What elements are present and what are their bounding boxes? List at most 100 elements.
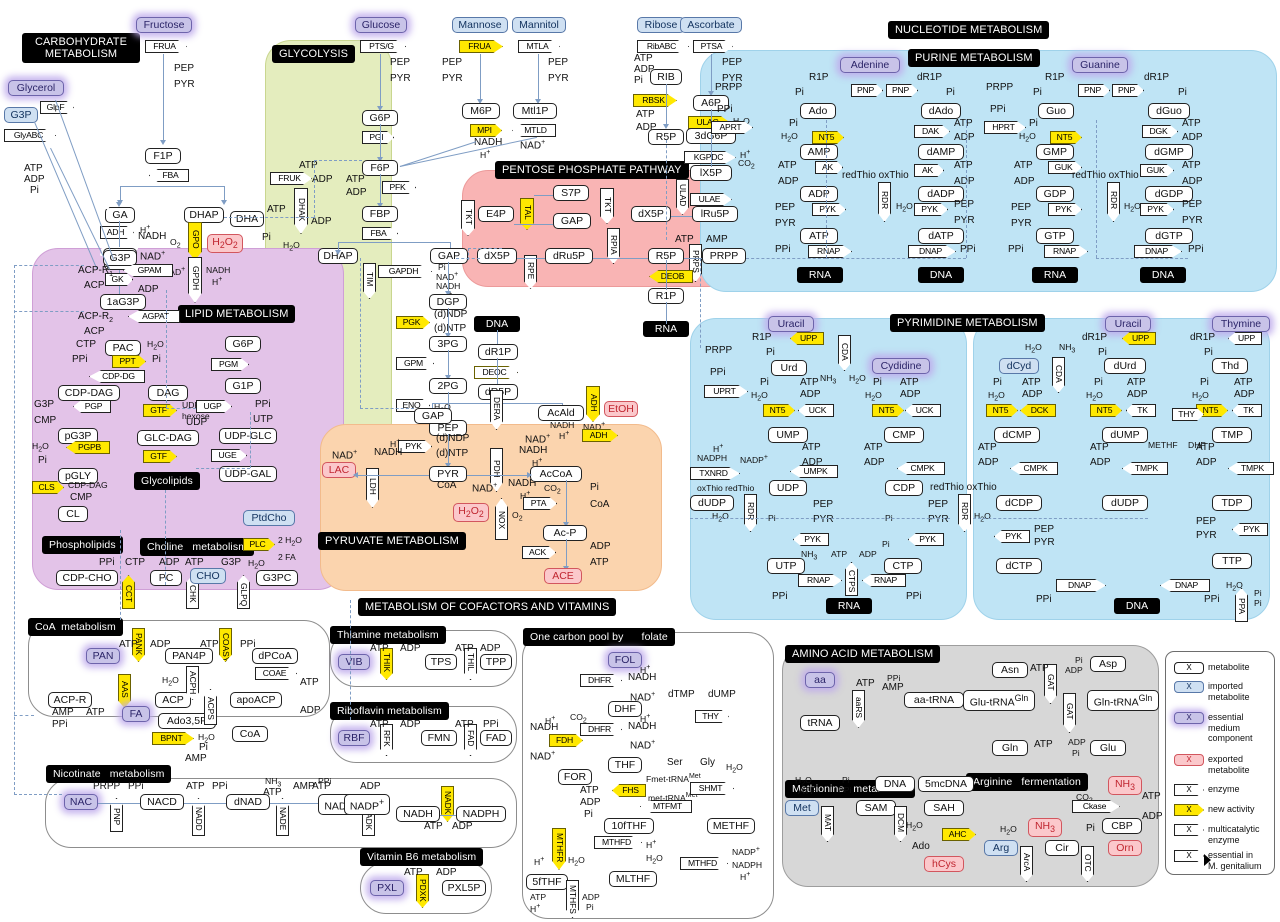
banner-glycolysis: GLYCOLYSIS <box>272 45 356 63</box>
label-nh3: NH3 <box>1059 342 1076 355</box>
legend-swatch-enzyme: X <box>1174 784 1204 796</box>
label-ppi: PPi <box>717 104 733 115</box>
node-met: Met <box>785 800 819 816</box>
node-glycerol: Glycerol <box>8 80 64 96</box>
label-adp: ADP <box>1090 457 1111 468</box>
legend-essential-arrowhead <box>1204 854 1211 866</box>
node-g1p: G1P <box>225 378 261 394</box>
label-pep: PEP <box>954 199 975 210</box>
node-uracil-2: Uracil <box>1105 316 1151 332</box>
legend-row-enzyme: X enzyme <box>1174 784 1240 796</box>
label-hplus: H+ <box>532 457 543 468</box>
label-utp: UTP <box>253 414 273 425</box>
node-dx5p-right: dX5P <box>631 206 671 222</box>
label-amp: AMP <box>882 682 904 693</box>
dashed-link <box>826 258 966 259</box>
banner-nucleotide: NUCLEOTIDE METABOLISM <box>888 21 1050 39</box>
label-ppi: PPi <box>1036 594 1052 605</box>
banner-phospholipids: Phospholipids <box>42 536 123 554</box>
node-lru5p: lRu5P <box>692 206 738 222</box>
label-h2o: H2O <box>988 390 1005 403</box>
label-pi: Pi <box>1098 347 1107 358</box>
label-redthio: redThio oxThio <box>930 482 997 493</box>
node-ribose: Ribose <box>637 17 685 33</box>
label-met-trna: met-tRNAMet <box>648 792 698 803</box>
node-udp: UDP <box>769 480 807 496</box>
node-tdp: TDP <box>1212 495 1252 511</box>
node-dha: DHA <box>230 211 264 227</box>
edge-mannose-m6p <box>480 54 482 102</box>
label-ppi: PPi <box>710 367 726 378</box>
node-gap-deoxy: GAP <box>414 408 452 424</box>
label-atp: ATP <box>24 163 43 174</box>
node-tpp: TPP <box>480 654 512 670</box>
node-cir: Cir <box>1045 840 1079 856</box>
edge-ascorbate-a6p <box>711 54 713 94</box>
node-gtp: GTP <box>1036 228 1074 244</box>
edge-ppp <box>671 216 692 218</box>
node-lac: LAC <box>322 462 356 478</box>
banner-aminoacid: AMINO ACID METABOLISM <box>785 645 941 663</box>
node-rib: RIB <box>650 69 682 85</box>
label-dump: dUMP <box>708 689 736 700</box>
label-acp: ACP <box>84 280 105 291</box>
node-dna-pyrimidine: DNA <box>1114 598 1160 614</box>
label-atp: ATP <box>455 719 474 730</box>
banner-onecarbon: One carbon pool by folate <box>523 628 675 646</box>
label-pi: Pi <box>199 742 208 753</box>
node-fbp: FBP <box>362 206 398 222</box>
label-pi: Pi <box>946 87 955 98</box>
label-h2o: H2O <box>896 201 913 214</box>
label-pi: Pi <box>993 377 1002 388</box>
legend-label-new-activity: new activity <box>1208 804 1255 814</box>
label-pi: Pi <box>584 809 593 820</box>
node-pan: PAN <box>86 648 120 664</box>
node-asp: Asp <box>1090 656 1126 672</box>
node-g3pc: G3PC <box>256 570 298 586</box>
node-dna-met: DNA <box>875 776 915 792</box>
node-glc-dag: GLC-DAG <box>137 430 199 446</box>
label-pi: Pi <box>1086 823 1095 834</box>
node-dhap-carb: DHAP <box>184 207 224 223</box>
label-atp: ATP <box>86 707 105 718</box>
label-adp: ADP <box>1182 132 1203 143</box>
label-ppi: PPi <box>72 354 88 365</box>
node-rbf: RBF <box>338 730 370 746</box>
label-ctp: CTP <box>76 339 96 350</box>
dashed-link <box>1096 258 1188 259</box>
label-h2o: H2O <box>906 820 923 833</box>
enzyme-frua-1: FRUA <box>145 40 187 53</box>
arrowhead <box>221 200 227 205</box>
dashed-link <box>14 265 84 266</box>
enzyme-deoc: DEOC <box>474 366 518 379</box>
edge-f1p-split <box>120 186 224 188</box>
label-ppi: PPi <box>990 104 1006 115</box>
node-pac: PAC <box>105 340 141 356</box>
enzyme-gpm: GPM <box>396 357 434 370</box>
label-pyr: PYR <box>174 79 195 90</box>
label-adp: ADP <box>360 781 381 792</box>
label-pyr: PYR <box>548 73 569 84</box>
enzyme-frua-2: FRUA <box>459 40 503 53</box>
label-atp: ATP <box>1014 160 1033 171</box>
label-pi: Pi <box>1029 118 1038 129</box>
label-atp: ATP <box>185 557 204 568</box>
label-nad: NAD+ <box>472 482 498 495</box>
dashed-link <box>973 518 1148 519</box>
node-mannose: Mannose <box>452 17 508 33</box>
enzyme-mtld: MTLD <box>512 124 556 137</box>
dashed-link <box>690 518 950 519</box>
enzyme-bpnt: BPNT <box>152 732 194 745</box>
edge-mannitol-mtl1p <box>538 54 540 102</box>
banner-arginine: Arginine fermentation <box>966 773 1088 791</box>
label-pyr: PYR <box>442 73 463 84</box>
node-dhf: DHF <box>608 701 642 717</box>
label-pep: PEP <box>442 57 463 68</box>
node-rna-pyrimidine: RNA <box>826 598 872 614</box>
node-h2o2-carb: H2O2 <box>207 234 243 254</box>
legend-swatch-essential-enzyme: X <box>1174 850 1204 862</box>
label-pi: Pi <box>586 902 594 912</box>
label-adp: ADP <box>312 174 333 185</box>
label-pi: Pi <box>1072 748 1080 758</box>
node-dguo: dGuo <box>1148 103 1190 119</box>
